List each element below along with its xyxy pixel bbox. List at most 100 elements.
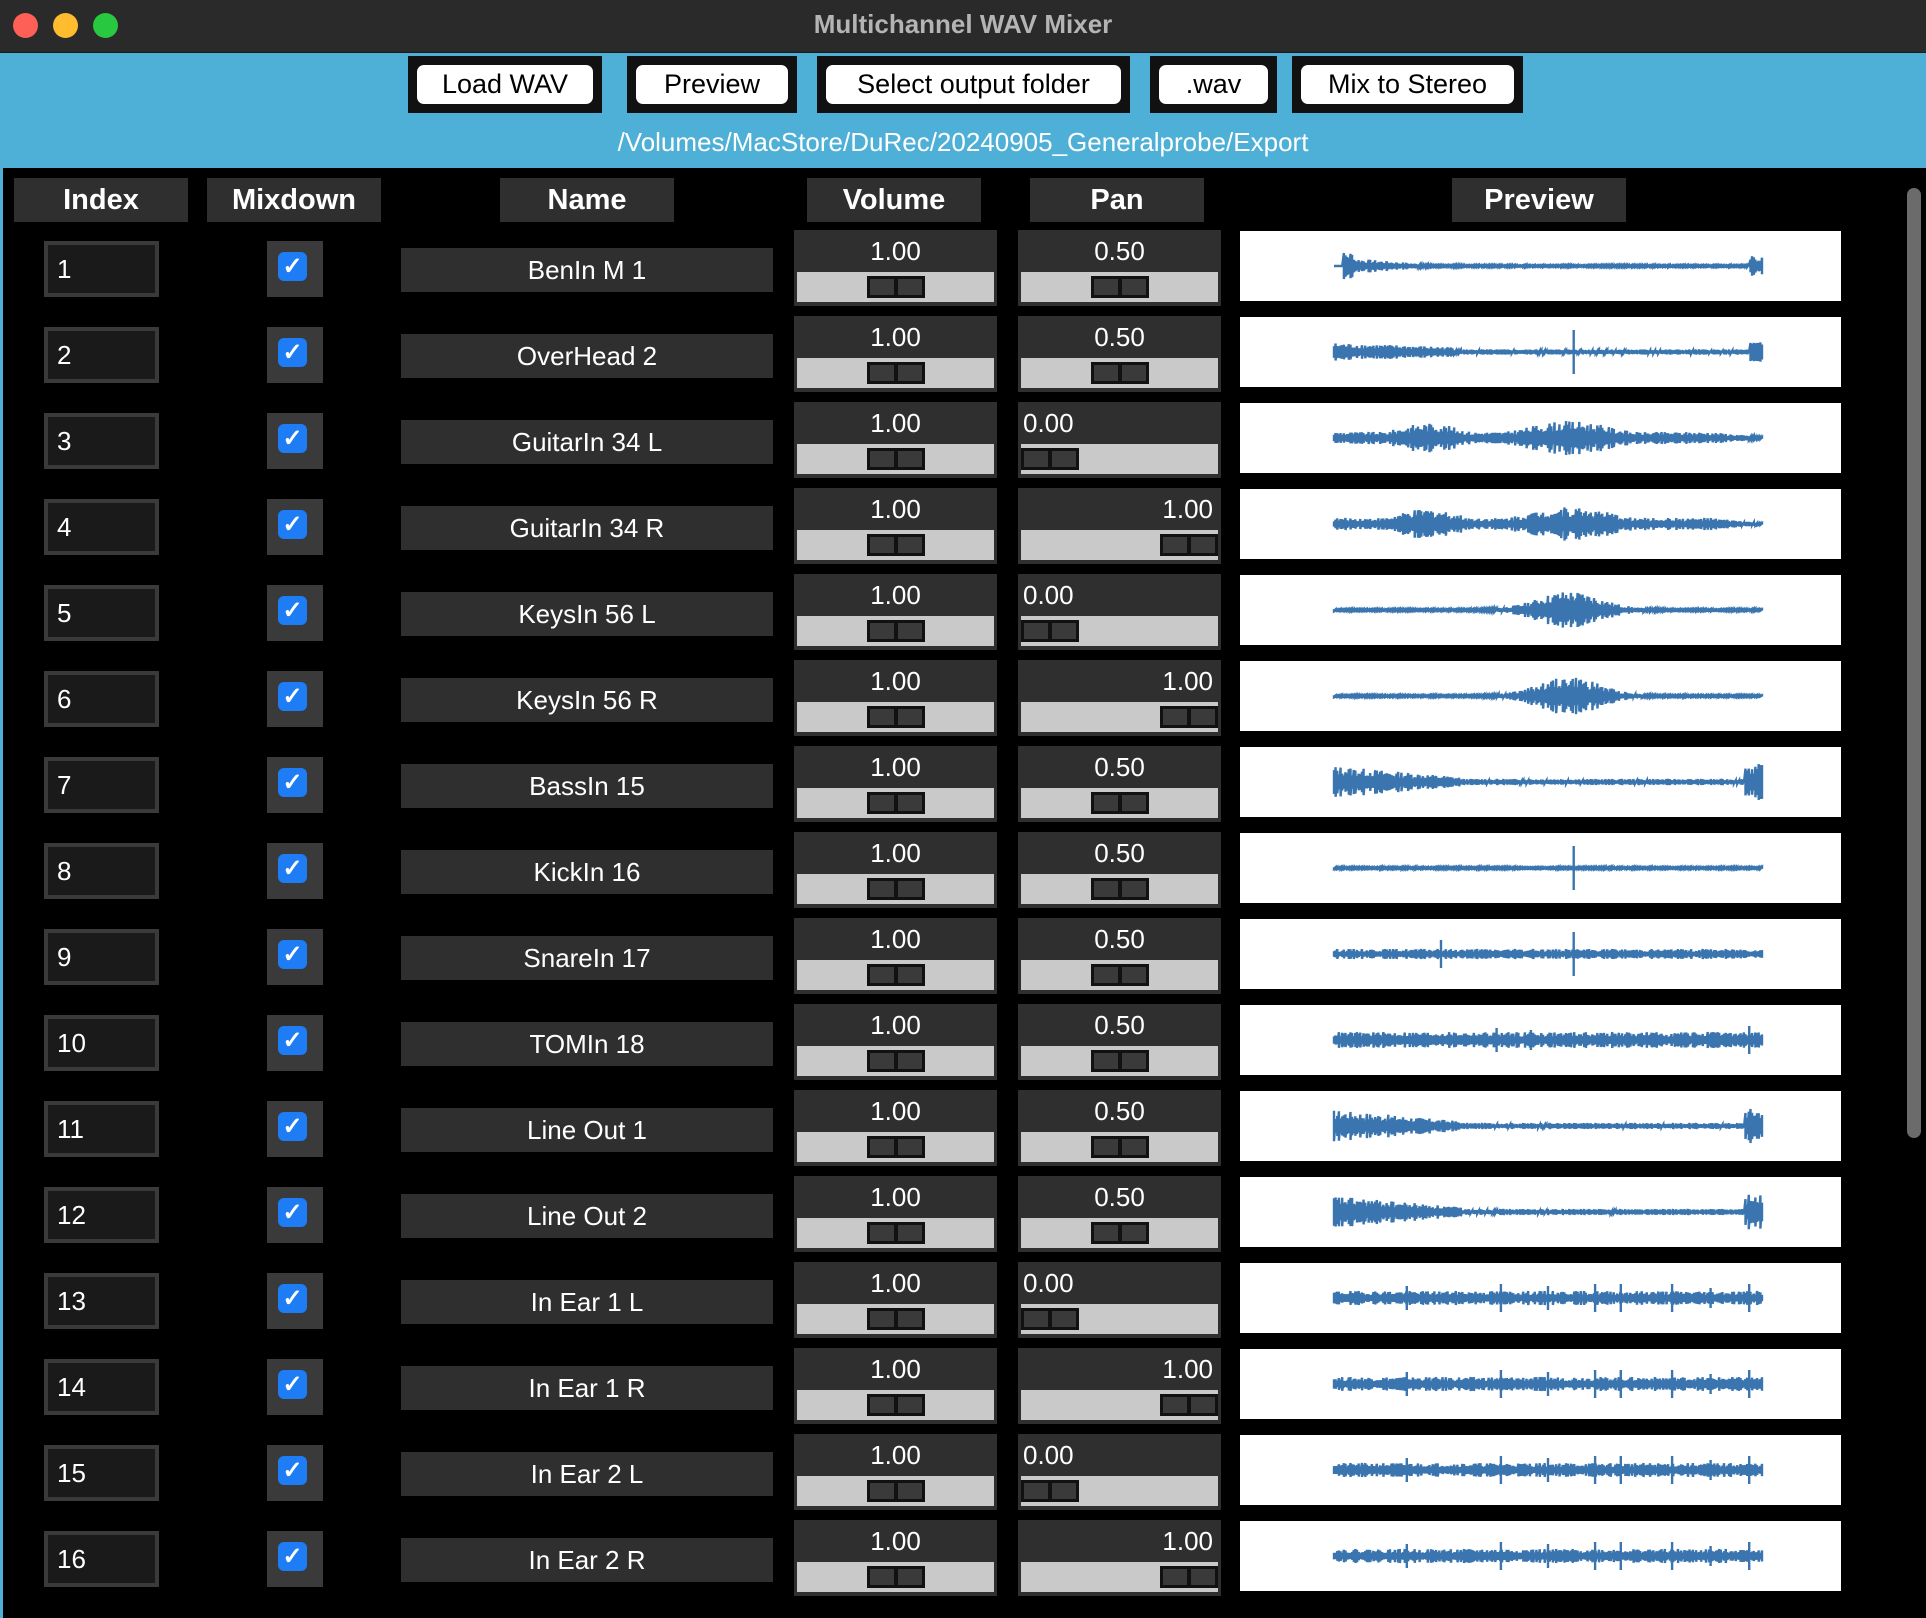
- channel-name-field[interactable]: KickIn 16: [401, 850, 773, 894]
- pan-slider-thumb[interactable]: [1160, 534, 1218, 556]
- channel-name-field[interactable]: In Ear 1 R: [401, 1366, 773, 1410]
- channel-name-field[interactable]: GuitarIn 34 L: [401, 420, 773, 464]
- volume-slider[interactable]: 1.00: [794, 832, 997, 908]
- pan-slider[interactable]: 1.00: [1018, 660, 1221, 736]
- pan-slider-track[interactable]: [1021, 1046, 1218, 1076]
- channel-name-field[interactable]: KeysIn 56 L: [401, 592, 773, 636]
- pan-slider[interactable]: 1.00: [1018, 1520, 1221, 1596]
- mixdown-checkbox[interactable]: ✓: [267, 1359, 323, 1415]
- mixdown-checkbox[interactable]: ✓: [267, 1445, 323, 1501]
- mixdown-checkbox[interactable]: ✓: [267, 413, 323, 469]
- volume-slider-track[interactable]: [797, 874, 994, 904]
- pan-slider-thumb[interactable]: [1091, 878, 1149, 900]
- volume-slider-thumb[interactable]: [867, 1136, 925, 1158]
- channel-name-field[interactable]: In Ear 1 L: [401, 1280, 773, 1324]
- index-field[interactable]: 3: [44, 413, 159, 469]
- volume-slider-thumb[interactable]: [867, 1308, 925, 1330]
- volume-slider-thumb[interactable]: [867, 1050, 925, 1072]
- index-field[interactable]: 2: [44, 327, 159, 383]
- mixdown-checkbox[interactable]: ✓: [267, 499, 323, 555]
- index-field[interactable]: 14: [44, 1359, 159, 1415]
- pan-slider-track[interactable]: [1021, 960, 1218, 990]
- pan-slider-thumb[interactable]: [1021, 620, 1079, 642]
- vertical-scrollbar[interactable]: [1901, 178, 1926, 1608]
- mixdown-checkbox[interactable]: ✓: [267, 1101, 323, 1157]
- pan-slider[interactable]: 0.00: [1018, 1434, 1221, 1510]
- volume-slider[interactable]: 1.00: [794, 660, 997, 736]
- waveform-preview[interactable]: [1240, 231, 1841, 301]
- mixdown-checkbox[interactable]: ✓: [267, 1015, 323, 1071]
- waveform-preview[interactable]: [1240, 833, 1841, 903]
- channel-name-field[interactable]: TOMIn 18: [401, 1022, 773, 1066]
- pan-slider[interactable]: 1.00: [1018, 1348, 1221, 1424]
- channel-name-field[interactable]: BenIn M 1: [401, 248, 773, 292]
- pan-slider-thumb[interactable]: [1091, 1050, 1149, 1072]
- volume-slider-thumb[interactable]: [867, 964, 925, 986]
- volume-slider[interactable]: 1.00: [794, 1348, 997, 1424]
- volume-slider-track[interactable]: [797, 358, 994, 388]
- volume-slider-thumb[interactable]: [867, 276, 925, 298]
- waveform-preview[interactable]: [1240, 747, 1841, 817]
- volume-slider-thumb[interactable]: [867, 1394, 925, 1416]
- pan-slider-thumb[interactable]: [1091, 792, 1149, 814]
- index-field[interactable]: 11: [44, 1101, 159, 1157]
- waveform-preview[interactable]: [1240, 919, 1841, 989]
- volume-slider[interactable]: 1.00: [794, 918, 997, 994]
- volume-slider-thumb[interactable]: [867, 534, 925, 556]
- volume-slider[interactable]: 1.00: [794, 574, 997, 650]
- volume-slider[interactable]: 1.00: [794, 230, 997, 306]
- mixdown-checkbox[interactable]: ✓: [267, 929, 323, 985]
- volume-slider-thumb[interactable]: [867, 792, 925, 814]
- mixdown-checkbox[interactable]: ✓: [267, 1531, 323, 1587]
- pan-slider-thumb[interactable]: [1160, 706, 1218, 728]
- volume-slider[interactable]: 1.00: [794, 1262, 997, 1338]
- waveform-preview[interactable]: [1240, 575, 1841, 645]
- volume-slider[interactable]: 1.00: [794, 316, 997, 392]
- volume-slider-track[interactable]: [797, 444, 994, 474]
- waveform-preview[interactable]: [1240, 1521, 1841, 1591]
- pan-slider-track[interactable]: [1021, 1562, 1218, 1592]
- pan-slider-track[interactable]: [1021, 530, 1218, 560]
- volume-slider[interactable]: 1.00: [794, 1434, 997, 1510]
- volume-slider[interactable]: 1.00: [794, 402, 997, 478]
- index-field[interactable]: 5: [44, 585, 159, 641]
- channel-name-field[interactable]: GuitarIn 34 R: [401, 506, 773, 550]
- waveform-preview[interactable]: [1240, 403, 1841, 473]
- pan-slider[interactable]: 1.00: [1018, 488, 1221, 564]
- pan-slider-thumb[interactable]: [1021, 448, 1079, 470]
- volume-slider-thumb[interactable]: [867, 1566, 925, 1588]
- mix-to-stereo-button[interactable]: Mix to Stereo: [1292, 56, 1523, 113]
- pan-slider[interactable]: 0.00: [1018, 574, 1221, 650]
- pan-slider-track[interactable]: [1021, 1304, 1218, 1334]
- volume-slider-track[interactable]: [797, 1390, 994, 1420]
- volume-slider[interactable]: 1.00: [794, 1176, 997, 1252]
- pan-slider-track[interactable]: [1021, 1132, 1218, 1162]
- volume-slider-track[interactable]: [797, 530, 994, 560]
- volume-slider-thumb[interactable]: [867, 706, 925, 728]
- volume-slider[interactable]: 1.00: [794, 488, 997, 564]
- index-field[interactable]: 1: [44, 241, 159, 297]
- channel-name-field[interactable]: KeysIn 56 R: [401, 678, 773, 722]
- channel-name-field[interactable]: Line Out 1: [401, 1108, 773, 1152]
- volume-slider[interactable]: 1.00: [794, 746, 997, 822]
- index-field[interactable]: 12: [44, 1187, 159, 1243]
- volume-slider-track[interactable]: [797, 1476, 994, 1506]
- volume-slider-thumb[interactable]: [867, 620, 925, 642]
- waveform-preview[interactable]: [1240, 1263, 1841, 1333]
- volume-slider-thumb[interactable]: [867, 878, 925, 900]
- pan-slider-track[interactable]: [1021, 874, 1218, 904]
- pan-slider-track[interactable]: [1021, 272, 1218, 302]
- pan-slider-track[interactable]: [1021, 444, 1218, 474]
- pan-slider[interactable]: 0.00: [1018, 402, 1221, 478]
- pan-slider-track[interactable]: [1021, 1390, 1218, 1420]
- pan-slider-thumb[interactable]: [1091, 1222, 1149, 1244]
- pan-slider-thumb[interactable]: [1160, 1394, 1218, 1416]
- mixdown-checkbox[interactable]: ✓: [267, 843, 323, 899]
- index-field[interactable]: 8: [44, 843, 159, 899]
- volume-slider-track[interactable]: [797, 960, 994, 990]
- pan-slider[interactable]: 0.50: [1018, 1004, 1221, 1080]
- pan-slider[interactable]: 0.50: [1018, 746, 1221, 822]
- waveform-preview[interactable]: [1240, 661, 1841, 731]
- channel-name-field[interactable]: In Ear 2 R: [401, 1538, 773, 1582]
- volume-slider[interactable]: 1.00: [794, 1004, 997, 1080]
